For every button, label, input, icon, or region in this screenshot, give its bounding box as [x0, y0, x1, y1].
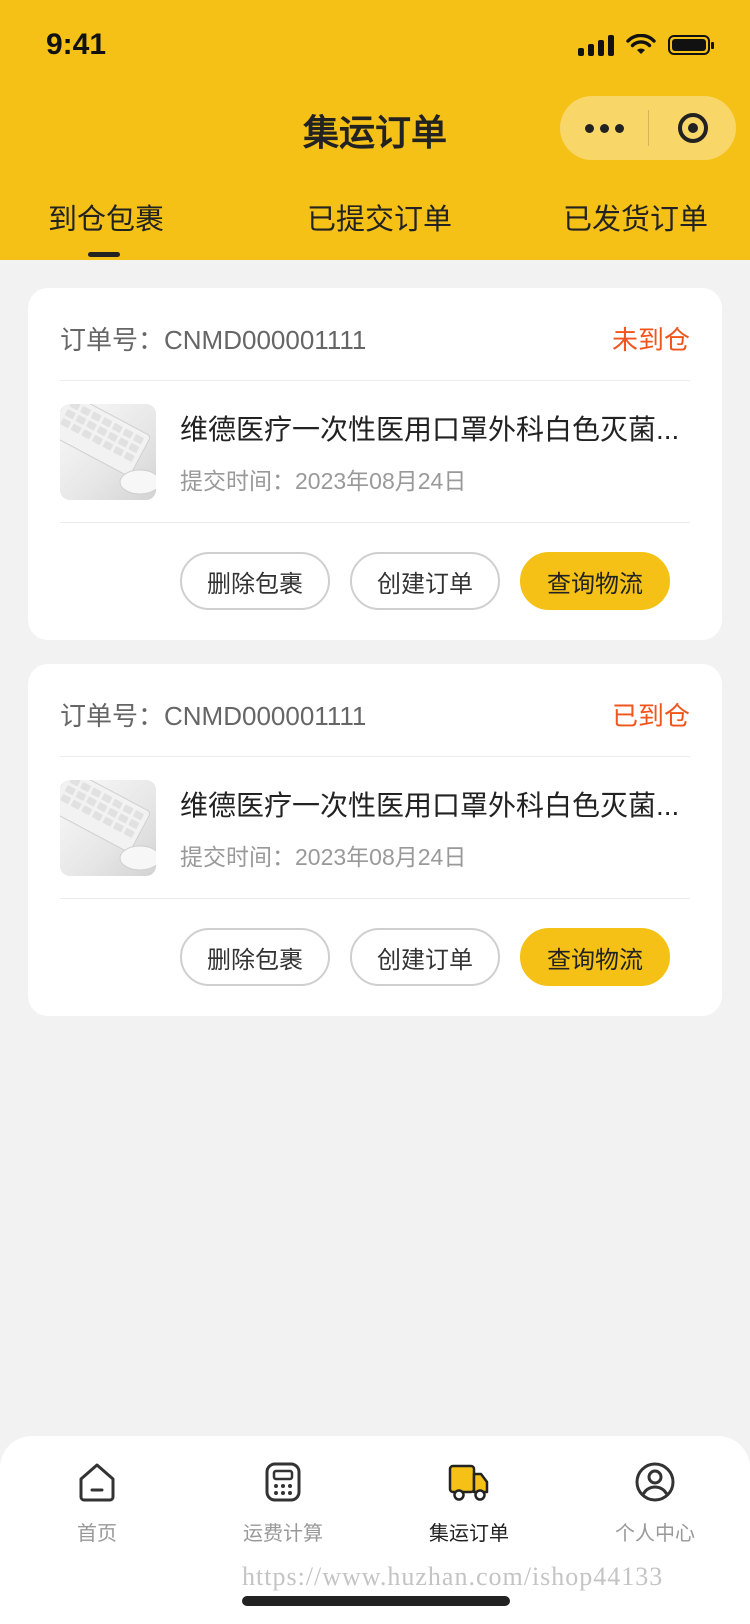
order-card: 订单号：CNMD000001111 未到仓 维德医疗一次性医用口罩外科白色灭菌.…: [28, 288, 722, 640]
product-thumbnail: [60, 780, 156, 876]
user-icon: [635, 1462, 675, 1502]
order-status-badge: 未到仓: [611, 325, 690, 355]
status-bar: 9:41: [0, 0, 750, 90]
tab-arrived-packages[interactable]: 到仓包裹: [48, 196, 164, 238]
wifi-icon: [626, 34, 656, 54]
order-number: 订单号：CNMD000001111: [60, 325, 367, 355]
tab-shipped-orders[interactable]: 已发货订单: [563, 196, 708, 238]
submit-time: 提交时间：2023年08月24日: [180, 844, 467, 870]
order-tabs: 到仓包裹 已提交订单 已发货订单: [0, 196, 750, 260]
close-mini-program-icon[interactable]: [649, 96, 736, 160]
product-title: 维德医疗一次性医用口罩外科白色灭菌...: [180, 414, 680, 445]
tabbar-item-profile[interactable]: 个人中心: [595, 1460, 715, 1546]
order-product[interactable]: 维德医疗一次性医用口罩外科白色灭菌... 提交时间：2023年08月24日: [60, 756, 690, 899]
order-card: 订单号：CNMD000001111 已到仓 维德医疗一次性医用口罩外科白色灭菌.…: [28, 664, 722, 1016]
home-icon: [79, 1463, 115, 1502]
order-status-badge: 已到仓: [611, 701, 690, 731]
watermark: https://www.huzhan.com/ishop44133: [242, 1562, 664, 1591]
delete-package-button[interactable]: 删除包裹: [180, 552, 330, 610]
more-icon[interactable]: [560, 96, 648, 160]
order-number: 订单号：CNMD000001111: [60, 701, 367, 731]
delete-package-button[interactable]: 删除包裹: [180, 928, 330, 986]
create-order-button[interactable]: 创建订单: [350, 552, 500, 610]
signal-icon: [578, 34, 614, 56]
track-logistics-button[interactable]: 查询物流: [520, 928, 670, 986]
active-tab-indicator: [88, 252, 120, 257]
tabbar-label: 运费计算: [243, 1523, 323, 1545]
truck-icon: [448, 1464, 489, 1501]
submit-time: 提交时间：2023年08月24日: [180, 468, 467, 494]
order-product[interactable]: 维德医疗一次性医用口罩外科白色灭菌... 提交时间：2023年08月24日: [60, 380, 690, 523]
order-card-header: 订单号：CNMD000001111 未到仓: [60, 288, 690, 381]
product-thumbnail: [60, 404, 156, 500]
mini-program-capsule: [560, 96, 736, 160]
home-indicator: [242, 1596, 510, 1606]
header: 9:41 集运订单 到仓包裹 已提交订单 已发货订单: [0, 0, 750, 260]
status-time: 9:41: [46, 28, 107, 61]
calculator-icon: [265, 1462, 301, 1502]
tabbar-item-consolidation-orders[interactable]: 集运订单: [409, 1460, 529, 1546]
tabbar-item-freight-calculator[interactable]: 运费计算: [223, 1460, 343, 1546]
order-card-header: 订单号：CNMD000001111 已到仓: [60, 664, 690, 757]
tabbar-label: 首页: [77, 1523, 117, 1545]
create-order-button[interactable]: 创建订单: [350, 928, 500, 986]
tabbar-label: 个人中心: [615, 1523, 695, 1545]
tab-submitted-orders[interactable]: 已提交订单: [307, 196, 452, 238]
order-actions: 删除包裹 创建订单 查询物流: [28, 928, 690, 986]
tabbar-item-home[interactable]: 首页: [37, 1460, 157, 1546]
battery-icon: [668, 35, 714, 55]
tabbar-label: 集运订单: [429, 1523, 509, 1545]
status-icons: [578, 34, 714, 56]
product-title: 维德医疗一次性医用口罩外科白色灭菌...: [180, 790, 680, 821]
track-logistics-button[interactable]: 查询物流: [520, 552, 670, 610]
order-actions: 删除包裹 创建订单 查询物流: [28, 552, 690, 610]
